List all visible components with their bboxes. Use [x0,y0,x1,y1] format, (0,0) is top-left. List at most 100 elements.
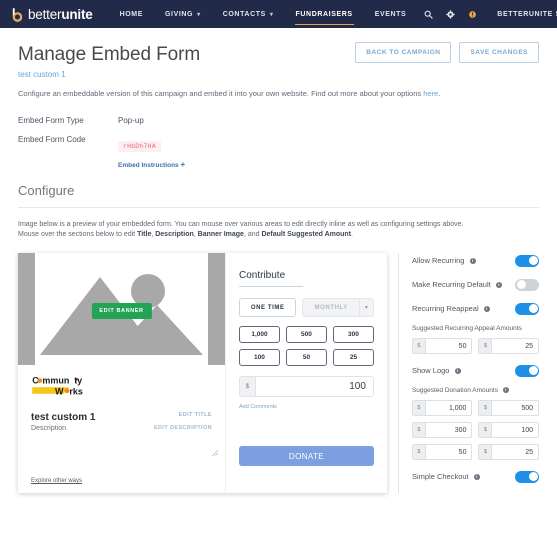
amount-button[interactable]: 300 [333,326,374,343]
save-changes-button[interactable]: SAVE CHANGES [459,42,539,63]
note-bold-description: Description [155,231,194,238]
contribute-heading: Contribute [239,270,285,286]
page-description-period: . [438,89,440,98]
page-description: Configure an embeddable version of this … [18,89,539,100]
svg-text:ty: ty [74,376,82,386]
donation-amount-value: 300 [426,423,472,437]
make-recurring-default-toggle[interactable] [515,279,539,291]
nav-item-events[interactable]: EVENTS [364,0,418,28]
community-works-logo-icon: C mmun ty W rks [31,374,103,399]
dollar-sign-icon: $ [413,423,426,437]
nav-item-fundraisers-label: FUNDRAISERS [296,11,353,18]
setting-show-logo-label: Show Logo i [412,366,467,376]
betterunite-logo-icon [10,7,25,22]
user-menu[interactable]: BETTERUNITE SUPPORT ▾ [483,10,557,18]
recurring-amount-field[interactable]: $ 25 [478,338,539,354]
edit-description-link[interactable]: EDIT DESCRIPTION [154,425,212,431]
nav-item-contacts-label: CONTACTS [223,11,266,18]
amount-button[interactable]: 100 [239,349,280,366]
simple-checkout-toggle[interactable] [515,471,539,483]
chevron-down-icon: ▾ [197,11,201,18]
chevron-down-icon: ▾ [270,11,274,18]
brand-logo[interactable]: betterunite [10,7,93,22]
options-here-link[interactable]: here [423,89,438,98]
page-description-text: Configure an embeddable version of this … [18,89,423,98]
explore-other-ways-link[interactable]: Explore other ways [18,478,225,493]
monthly-button[interactable]: MONTHLY [302,298,359,317]
note-bold-banner: Banner Image [198,231,244,238]
allow-recurring-toggle[interactable] [515,255,539,267]
recurring-amount-value: 50 [426,339,472,353]
info-icon[interactable]: i [496,282,502,288]
frequency-dropdown-caret[interactable]: ▾ [360,298,374,317]
amount-button[interactable]: 25 [333,349,374,366]
info-icon[interactable]: i [503,387,509,393]
edit-title-link[interactable]: EDIT TITLE [179,412,212,418]
embed-form-code-value[interactable]: rHbDh7HA [118,141,161,152]
dollar-sign-icon: $ [413,339,426,353]
setting-make-recurring-default-text: Make Recurring Default [412,280,491,289]
setting-simple-checkout: Simple Checkout i [412,469,539,484]
recurring-amount-field[interactable]: $ 50 [412,338,473,354]
donation-amount-value: 500 [492,401,538,415]
donation-amount-field[interactable]: $ 50 [412,444,473,460]
edit-banner-button[interactable]: EDIT BANNER [91,303,151,319]
campaign-link[interactable]: test custom 1 [18,70,539,79]
info-icon[interactable]: i [455,368,461,374]
custom-amount-input[interactable]: $ 100 [239,376,374,397]
brand-bold: unite [61,7,92,22]
nav-item-home[interactable]: HOME [109,0,154,28]
header-actions: BACK TO CAMPAIGN SAVE CHANGES [355,42,539,63]
contribute-underline [239,286,303,287]
setting-show-logo-text: Show Logo [412,366,450,375]
donation-amount-field[interactable]: $ 100 [478,422,539,438]
recurring-reappeal-toggle[interactable] [515,303,539,315]
one-time-button[interactable]: ONE TIME [239,298,296,317]
banner-image-area[interactable]: EDIT BANNER [18,253,225,365]
setting-allow-recurring-text: Allow Recurring [412,256,465,265]
donation-amount-inputs: $ 1,000 $ 500 $ 300 $ 100 $ 50 [412,400,539,460]
resize-grip-icon[interactable] [212,450,218,456]
note-bold-amount: Default Suggested Amount [261,231,351,238]
dollar-sign-icon: $ [479,423,492,437]
setting-allow-recurring-label: Allow Recurring i [412,256,482,266]
donation-amounts-label: Suggested Donation Amounts i [412,387,539,394]
gear-icon[interactable] [439,0,461,28]
donate-button-wrap: DONATE [239,410,374,483]
amount-button[interactable]: 50 [286,349,327,366]
info-icon[interactable]: i [470,258,476,264]
custom-amount-value: 100 [256,377,373,396]
embed-form-code-row: Embed Form Code rHbDh7HA Embed Instructi… [18,135,539,169]
preview-campaign-description: Description [31,425,66,432]
frequency-toggle-group: ONE TIME MONTHLY ▾ [239,298,374,317]
configure-note-line2: Mouse over the sections below to edit [18,231,137,238]
alert-badge-icon[interactable] [461,0,483,28]
search-icon[interactable] [417,0,439,28]
dollar-sign-icon: $ [479,339,492,353]
donation-amount-field[interactable]: $ 1,000 [412,400,473,416]
configure-note-line1: Image below is a preview of your embedde… [18,221,464,228]
back-to-campaign-button[interactable]: BACK TO CAMPAIGN [355,42,451,63]
nav-item-giving[interactable]: GIVING ▾ [154,0,212,28]
setting-simple-checkout-text: Simple Checkout [412,472,469,481]
amount-button[interactable]: 1,000 [239,326,280,343]
show-logo-toggle[interactable] [515,365,539,377]
dollar-sign-icon: $ [240,377,256,396]
info-icon[interactable]: i [484,306,490,312]
donation-amount-field[interactable]: $ 25 [478,444,539,460]
embed-instructions-toggle[interactable]: Embed Instructions + [118,160,185,169]
info-icon[interactable]: i [474,474,480,480]
recurring-amount-value: 25 [492,339,538,353]
donation-amount-field[interactable]: $ 300 [412,422,473,438]
toggle-knob [529,304,538,313]
nav-item-fundraisers[interactable]: FUNDRAISERS [285,0,364,28]
dollar-sign-icon: $ [479,401,492,415]
embed-form-preview-card: EDIT BANNER C mmun ty W rks [18,253,387,493]
embed-form-type-row: Embed Form Type Pop-up [18,116,539,125]
toggle-knob [517,280,526,289]
amount-button[interactable]: 500 [286,326,327,343]
preview-textarea-space [18,432,225,478]
nav-item-contacts[interactable]: CONTACTS ▾ [212,0,285,28]
donation-amount-field[interactable]: $ 500 [478,400,539,416]
donate-button[interactable]: DONATE [239,446,374,466]
